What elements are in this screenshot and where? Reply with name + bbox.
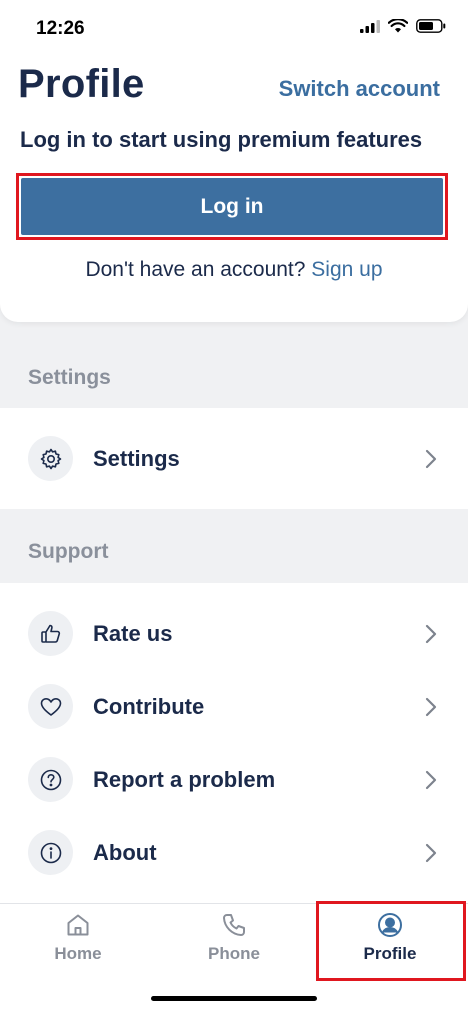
home-icon [67, 914, 89, 936]
report-problem-row[interactable]: Report a problem [0, 743, 468, 816]
switch-account-link[interactable]: Switch account [279, 76, 440, 102]
about-row[interactable]: About [0, 816, 468, 889]
phone-icon [223, 914, 245, 936]
tab-phone-label: Phone [208, 944, 260, 963]
rate-us-row[interactable]: Rate us [0, 597, 468, 670]
section-label-support: Support [28, 540, 109, 563]
page-title: Profile [18, 62, 145, 106]
status-icons [360, 19, 446, 33]
status-bar: 12:26 [0, 0, 468, 58]
section-label-settings: Settings [28, 366, 111, 389]
question-icon [28, 757, 73, 802]
info-icon [28, 830, 73, 875]
wifi-icon [388, 19, 408, 33]
signup-row: Don't have an account? Sign up [0, 258, 468, 282]
chevron-right-icon [425, 697, 437, 716]
chevron-right-icon [425, 624, 437, 643]
gear-icon [28, 436, 73, 481]
login-button[interactable]: Log in [21, 178, 443, 235]
profile-header-card: 12:26 Profile Switch account Log in to s… [0, 0, 468, 322]
signal-icon [360, 19, 380, 33]
status-time: 12:26 [36, 18, 85, 39]
thumbs-up-icon [28, 611, 73, 656]
premium-prompt-text: Log in to start using premium features [20, 127, 423, 152]
signup-link[interactable]: Sign up [311, 258, 382, 281]
support-list: Rate us Contribute Report a problem Abou… [0, 583, 468, 903]
profile-tab-highlight-outline [316, 901, 466, 981]
home-indicator [151, 996, 317, 1001]
report-problem-label: Report a problem [93, 766, 276, 792]
about-label: About [93, 839, 157, 865]
contribute-row[interactable]: Contribute [0, 670, 468, 743]
rate-us-label: Rate us [93, 620, 173, 646]
chevron-right-icon [425, 843, 437, 862]
heart-icon [28, 684, 73, 729]
tab-home[interactable]: Home [0, 904, 156, 984]
chevron-right-icon [425, 449, 437, 468]
battery-icon [416, 19, 446, 33]
signup-prompt: Don't have an account? [85, 258, 306, 281]
chevron-right-icon [425, 770, 437, 789]
tab-home-label: Home [54, 944, 102, 963]
settings-row-label: Settings [93, 445, 180, 471]
tab-phone[interactable]: Phone [156, 904, 312, 984]
settings-list: Settings [0, 408, 468, 509]
contribute-label: Contribute [93, 693, 205, 719]
settings-row[interactable]: Settings [0, 408, 468, 509]
